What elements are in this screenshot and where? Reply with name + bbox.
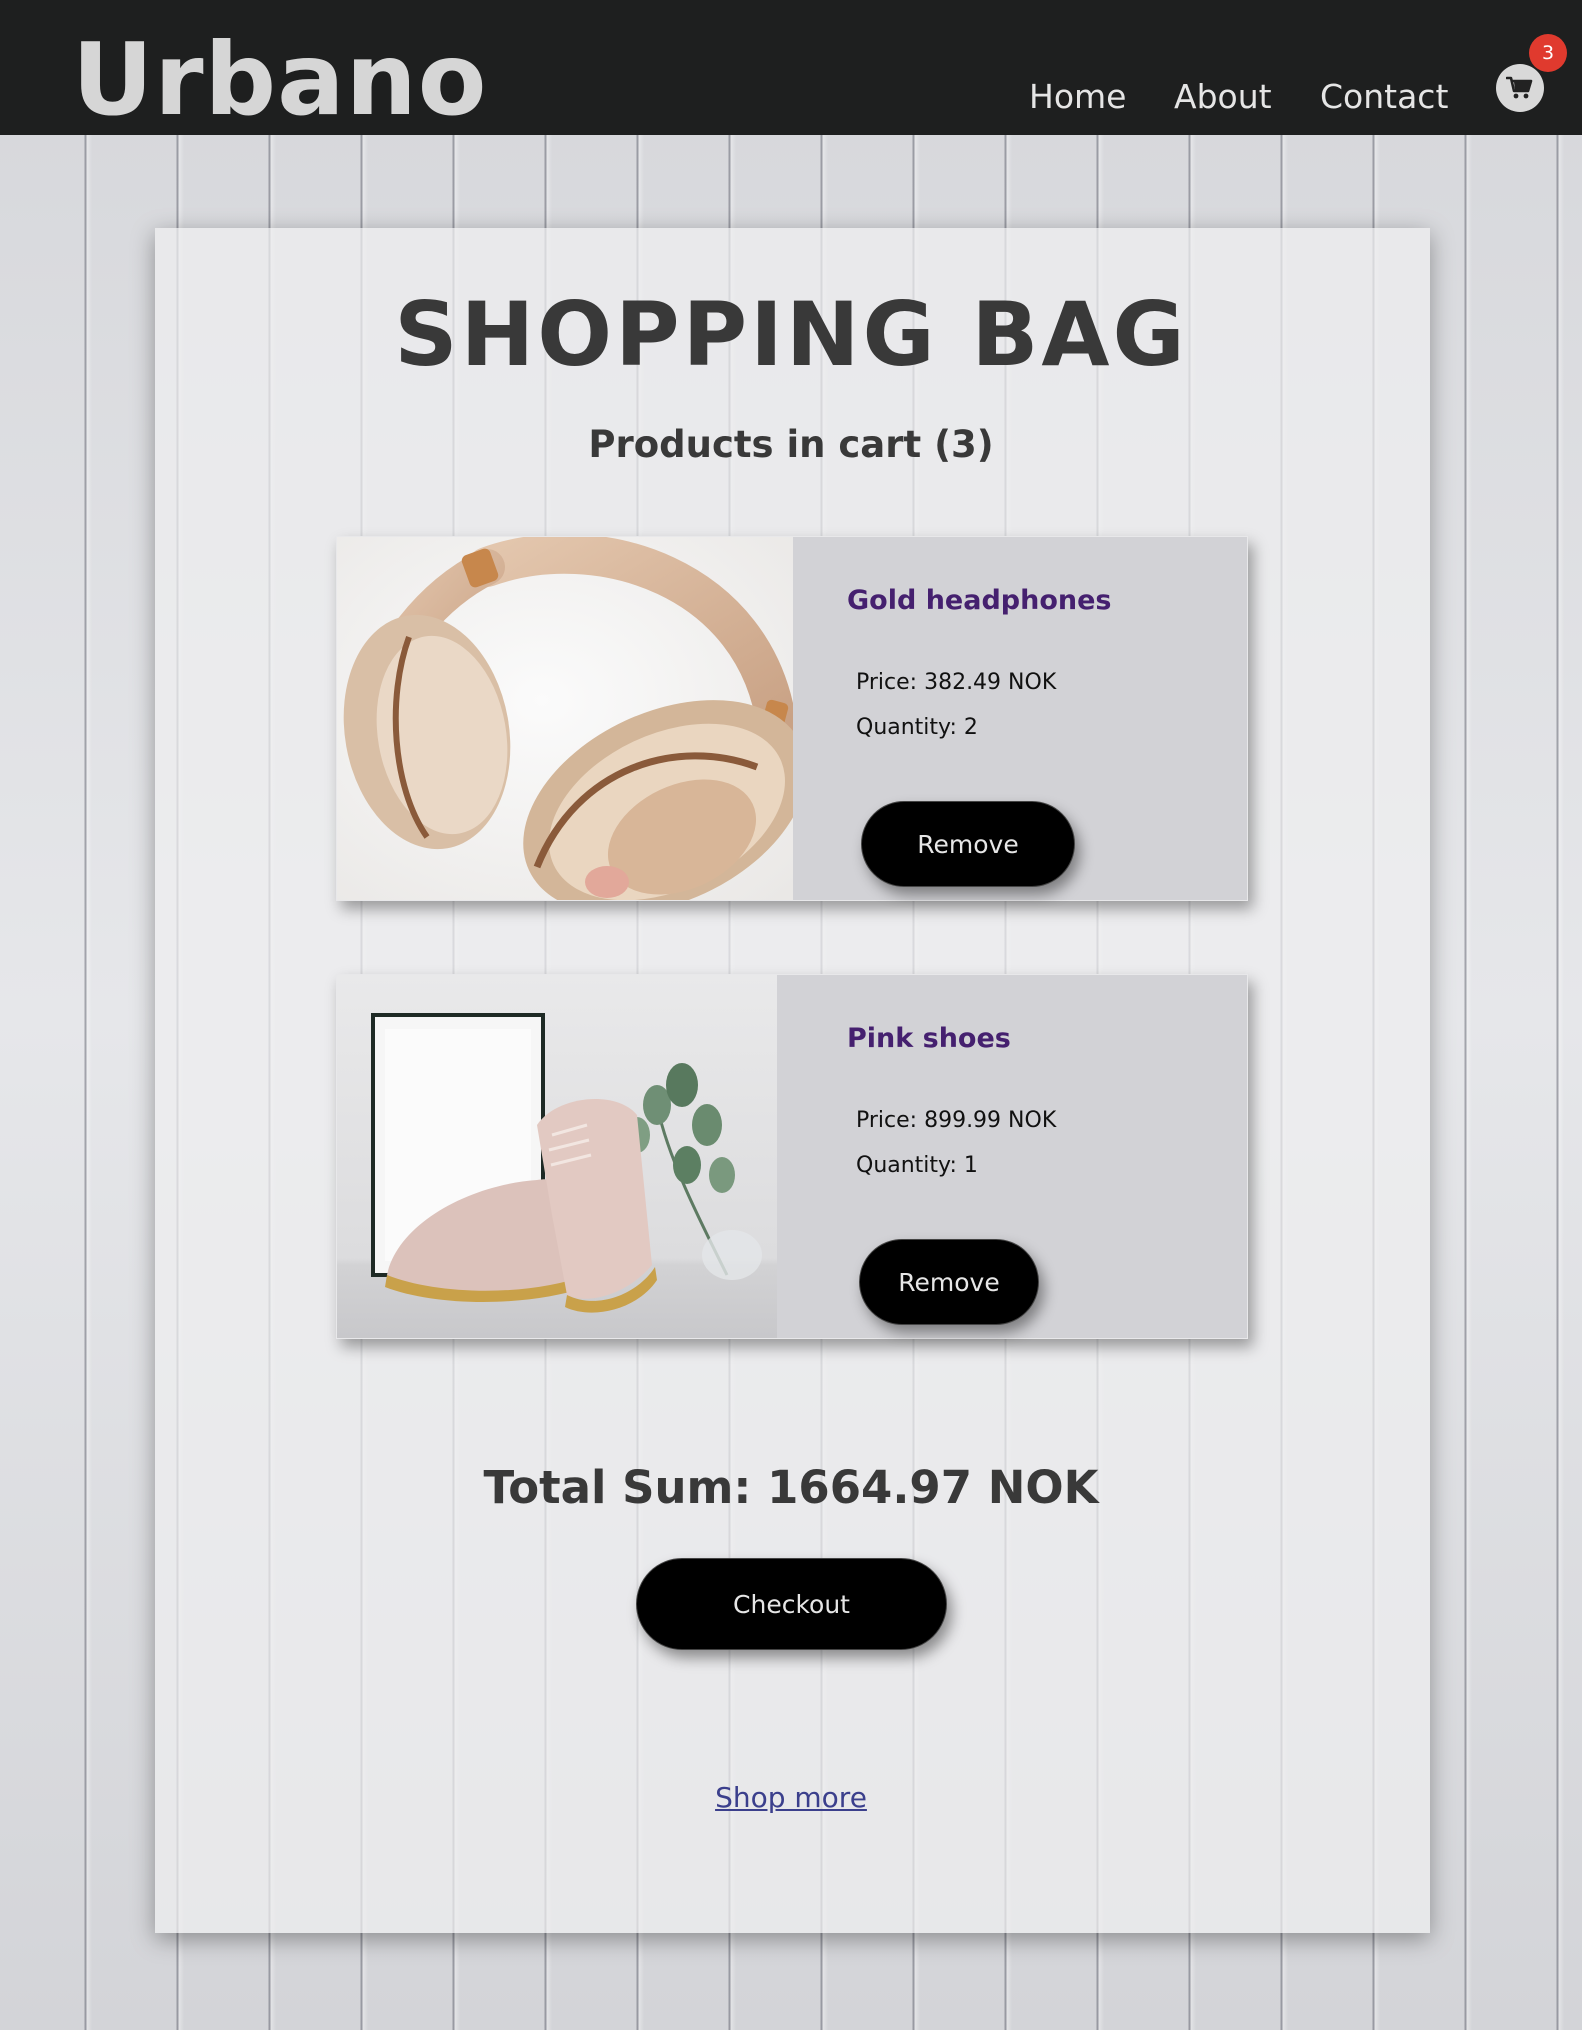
nav-contact-link[interactable]: Contact: [1320, 74, 1448, 120]
total-sum: Total Sum: 1664.97 NOK: [483, 1461, 1099, 1514]
cart-icon: [1506, 76, 1533, 99]
page-title: SHOPPING BAG: [394, 283, 1188, 386]
product-name[interactable]: Pink shoes: [847, 1021, 1011, 1057]
cart-count-badge: 3: [1529, 34, 1567, 72]
gold-headphones-image: [337, 537, 793, 900]
cart-button[interactable]: [1496, 64, 1544, 112]
shop-more-container: Shop more: [0, 1778, 1582, 1818]
checkout-button[interactable]: Checkout: [636, 1558, 947, 1650]
remove-button[interactable]: Remove: [859, 1239, 1039, 1325]
main-nav: Home About Contact: [0, 74, 1582, 124]
site-header: Urbano Home About Contact 3: [0, 0, 1582, 138]
nav-home-link[interactable]: Home: [1029, 74, 1126, 120]
remove-button[interactable]: Remove: [861, 801, 1075, 887]
product-price: Price: 899.99 NOK: [856, 1108, 1057, 1133]
product-name[interactable]: Gold headphones: [847, 583, 1111, 619]
product-price: Price: 382.49 NOK: [856, 670, 1057, 695]
cart-item-card: Gold headphones Price: 382.49 NOK Quanti…: [336, 536, 1248, 901]
shop-more-link[interactable]: Shop more: [715, 1781, 867, 1814]
product-quantity: Quantity: 2: [856, 715, 978, 740]
product-quantity: Quantity: 1: [856, 1153, 978, 1178]
cart-count-subtitle: Products in cart (3): [588, 423, 994, 466]
nav-about-link[interactable]: About: [1174, 74, 1272, 120]
pink-shoes-image: [337, 975, 793, 1338]
cart-item-card: Pink shoes Price: 899.99 NOK Quantity: 1…: [336, 974, 1248, 1339]
